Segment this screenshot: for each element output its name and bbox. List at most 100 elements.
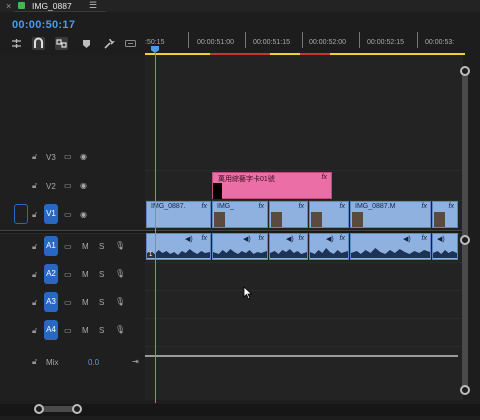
speaker-icon: ◀︎) [185,236,193,243]
fx-badge: fx [258,235,264,242]
snap-icon[interactable] [32,37,45,50]
audio-clip[interactable]: ◀︎) fx [269,233,308,260]
audio-clip[interactable]: ◀︎) fx [309,233,349,260]
mute-button[interactable]: M [82,270,89,279]
mix-volume-value[interactable]: 0.0 [88,358,99,367]
video-clip[interactable]: IMG_0887.M fx [350,201,431,228]
insert-sequences-icon[interactable] [10,37,23,50]
ruler-label: 00:00:53: [425,39,455,46]
ruler-major-tick [245,32,246,48]
sync-lock-icon[interactable]: ▭ [64,210,72,219]
video-clip[interactable]: fx [432,201,458,228]
zoom-handle-right[interactable] [72,404,82,414]
mute-button[interactable]: M [82,326,89,335]
fx-badge: fx [298,235,304,242]
lock-track-icon[interactable]: 🔓︎ [32,270,37,280]
playhead-line[interactable] [155,53,156,403]
mute-button[interactable]: M [82,242,89,251]
voice-over-mic-icon[interactable]: 🎙︎ [115,325,125,334]
tab-divider [14,11,106,12]
clip-thumbnail [434,212,445,227]
clip-thumbnail [213,183,222,199]
fx-badge: fx [339,203,345,210]
track-name-v2[interactable]: V2 [46,182,56,191]
solo-button[interactable]: S [99,326,104,335]
track-separator [145,290,463,291]
timeline-settings-wrench-icon[interactable] [102,37,115,50]
solo-button[interactable]: S [99,298,104,307]
mix-track-volume-line[interactable] [145,355,458,357]
voice-over-mic-icon[interactable]: 🎙︎ [115,269,125,278]
sync-lock-icon[interactable]: ▭ [64,242,72,251]
source-patch-v1[interactable] [14,204,28,224]
speaker-icon: ◀︎) [243,236,251,243]
audio-channel-index: 1 [148,252,154,258]
toggle-output-eye-icon[interactable]: ◉ [80,210,87,219]
audio-clip[interactable]: ◀︎) [432,233,458,260]
track-target-a3[interactable]: A3 [44,292,58,312]
lock-track-icon[interactable]: 🔓︎ [32,181,37,191]
ruler-label: 00:00:51:15 [253,39,290,46]
voice-over-mic-icon[interactable]: 🎙︎ [115,241,125,250]
audio-waveform [147,249,210,258]
audio-clip[interactable]: ◀︎) fx [212,233,268,260]
voice-over-mic-icon[interactable]: 🎙︎ [115,297,125,306]
add-marker-icon[interactable] [80,37,93,50]
video-clip[interactable]: IMG_ fx [212,201,268,228]
mute-button[interactable]: M [82,298,89,307]
track-separator [145,170,463,171]
vertical-scroll-handle-mid[interactable] [460,235,470,245]
audio-clip[interactable]: ◀︎) fx [350,233,431,260]
track-separator [145,262,463,263]
panel-menu-icon[interactable]: ☰ [89,0,97,11]
linked-selection-icon[interactable] [55,37,68,50]
lock-track-icon[interactable]: 🔓︎ [32,242,37,252]
video-clip[interactable]: fx [309,201,349,228]
fx-badge: fx [339,235,345,242]
track-target-a4[interactable]: A4 [44,320,58,340]
sync-lock-icon[interactable]: ▭ [64,326,72,335]
playhead-timecode[interactable]: 00:00:50:17 [12,19,75,31]
track-target-v1[interactable]: V1 [44,204,58,224]
ruler-label: 00:00:52:15 [367,39,404,46]
captions-icon[interactable] [124,37,137,50]
ruler-major-tick [359,32,360,48]
sync-lock-icon[interactable]: ▭ [64,298,72,307]
lock-track-icon[interactable]: 🔓︎ [32,357,37,367]
track-name-v3[interactable]: V3 [46,153,56,162]
sync-lock-icon[interactable]: ▭ [64,270,72,279]
toggle-output-eye-icon[interactable]: ◉ [80,181,87,190]
sequence-title[interactable]: IMG_0887 [32,1,72,11]
lock-track-icon[interactable]: 🔓︎ [32,326,37,336]
close-tab-icon[interactable]: × [6,1,11,11]
ruler-major-tick [302,32,303,48]
solo-button[interactable]: S [99,242,104,251]
lock-track-icon[interactable]: 🔓︎ [32,298,37,308]
fx-badge: fx [448,203,454,210]
fx-badge: fx [421,203,427,210]
clip-thumbnail [214,212,225,227]
clip-thumbnail [271,212,282,227]
vertical-scroll-handle-bottom[interactable] [460,385,470,395]
ruler-label: 00:00:52:00 [309,39,346,46]
sync-lock-icon[interactable]: ▭ [64,181,72,190]
time-ruler[interactable]: :50:15 00:00:51:00 00:00:51:15 00:00:52:… [145,32,465,54]
video-clip-label: IMG_0887. [151,203,186,210]
sync-lock-icon[interactable]: ▭ [64,152,72,161]
vertical-scrollbar[interactable] [462,70,468,390]
ruler-label: 00:00:51:00 [197,39,234,46]
track-target-a2[interactable]: A2 [44,264,58,284]
lock-track-icon[interactable]: 🔓︎ [32,210,37,220]
video-clip[interactable]: fx [269,201,308,228]
fx-badge: fx [201,203,207,210]
toggle-output-eye-icon[interactable]: ◉ [80,152,87,161]
lock-track-icon[interactable]: 🔓︎ [32,152,37,162]
fx-badge: fx [298,203,304,210]
title-clip[interactable]: 萬用綜藝字卡01號 fx [212,172,332,199]
zoom-handle-left[interactable] [34,404,44,414]
solo-button[interactable]: S [99,270,104,279]
go-to-end-icon[interactable]: ⇥ [132,357,139,366]
speaker-icon: ◀︎) [437,236,445,243]
track-target-a1[interactable]: A1 [44,236,58,256]
vertical-scroll-handle-top[interactable] [460,66,470,76]
